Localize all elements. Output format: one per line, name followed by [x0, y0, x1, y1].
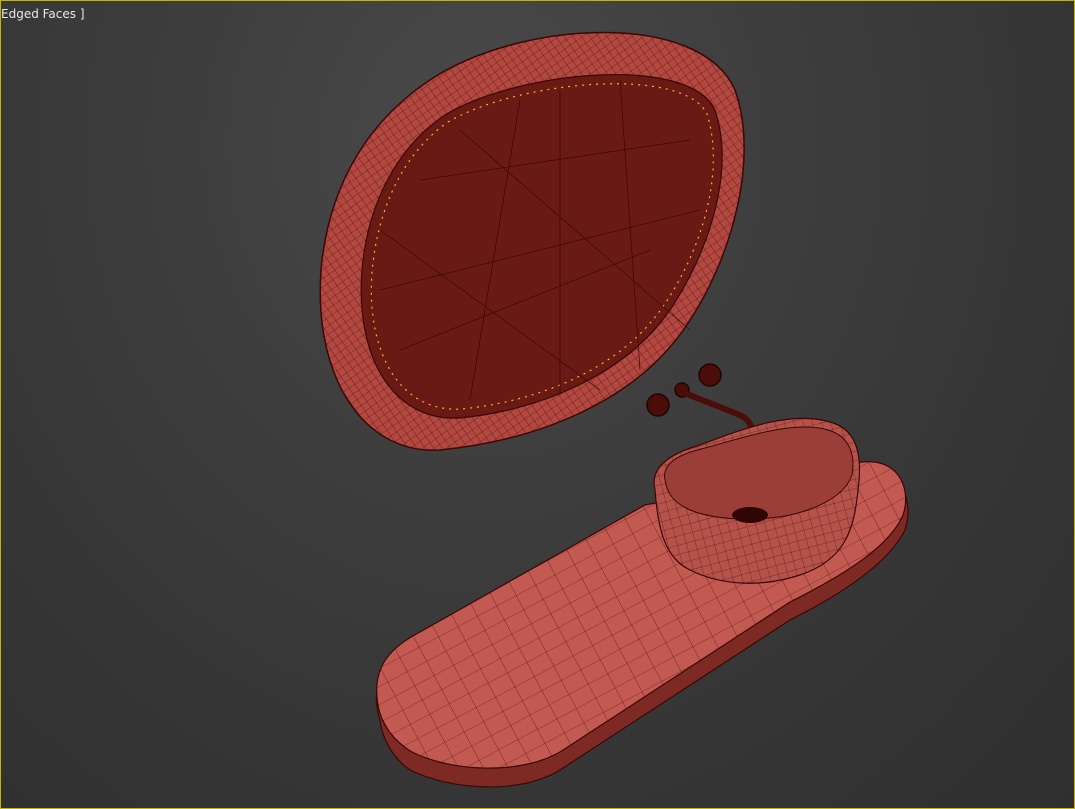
- viewport-scene[interactable]: [0, 0, 1075, 809]
- faucet[interactable]: [646, 363, 757, 441]
- basin-drain: [732, 507, 768, 523]
- basin[interactable]: [653, 417, 861, 584]
- faucet-handle-left: [646, 393, 670, 417]
- faucet-handle-right: [698, 363, 722, 387]
